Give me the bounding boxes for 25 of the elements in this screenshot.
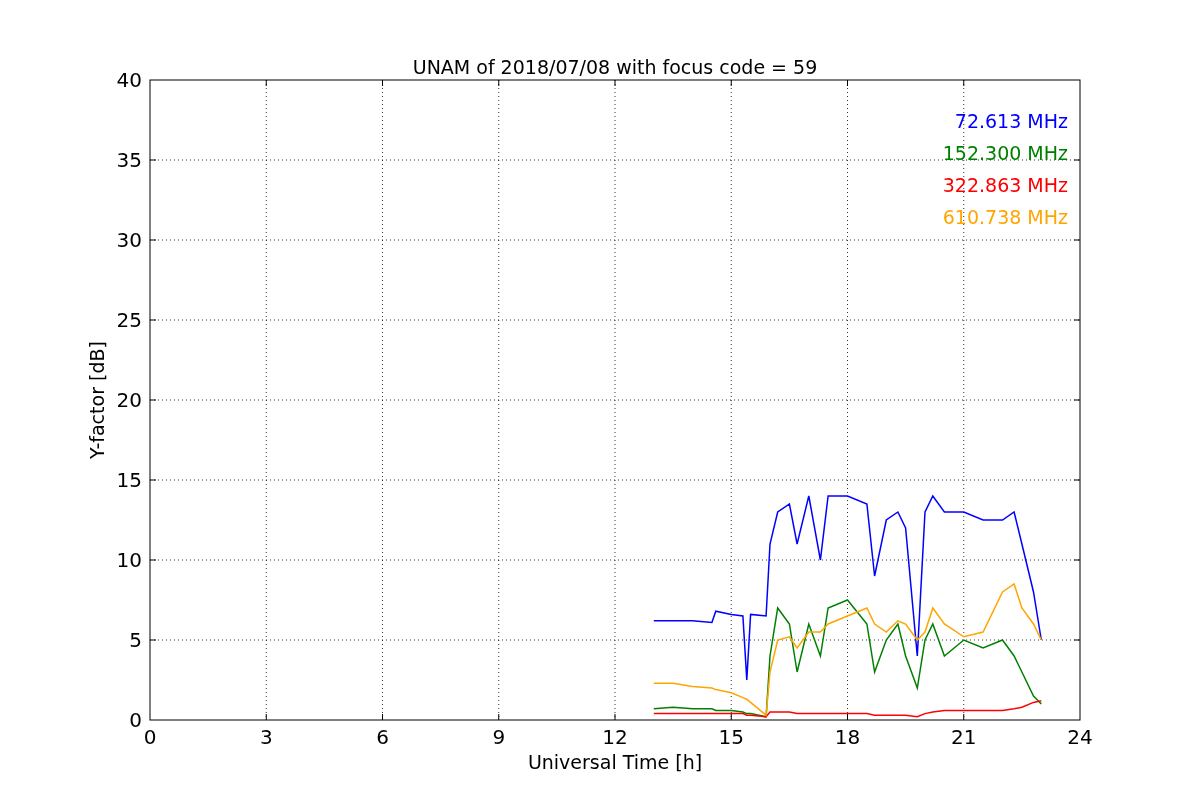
y-tick-label: 30 [116,228,142,252]
y-tick-label: 10 [116,548,142,572]
y-tick-label: 0 [129,708,142,732]
y-tick-label: 40 [116,68,142,92]
legend-label: 322.863 MHz [942,174,1068,196]
y-axis-label: Y-factor [dB] [86,341,108,459]
legend-label: 610.738 MHz [942,206,1068,228]
x-tick-label: 9 [492,725,506,749]
x-axis-label: Universal Time [h] [527,751,703,773]
x-tick-label: 15 [718,725,744,749]
x-tick-label: 0 [143,725,157,749]
x-tick-label: 18 [834,725,861,749]
x-tick-label: 6 [376,725,389,749]
y-tick-label: 15 [116,468,142,492]
x-tick-label: 12 [602,725,628,749]
legend-label: 152.300 MHz [942,142,1068,164]
x-tick-label: 3 [259,725,273,749]
x-tick-label: 24 [1067,725,1093,749]
x-tick-label: 21 [951,725,977,749]
y-tick-label: 20 [116,388,142,412]
legend-label: 72.613 MHz [954,110,1068,132]
y-tick-label: 35 [116,148,142,172]
y-tick-label: 25 [116,308,142,332]
y-tick-label: 5 [129,628,142,652]
chart-title: UNAM of 2018/07/08 with focus code = 59 [412,56,818,78]
